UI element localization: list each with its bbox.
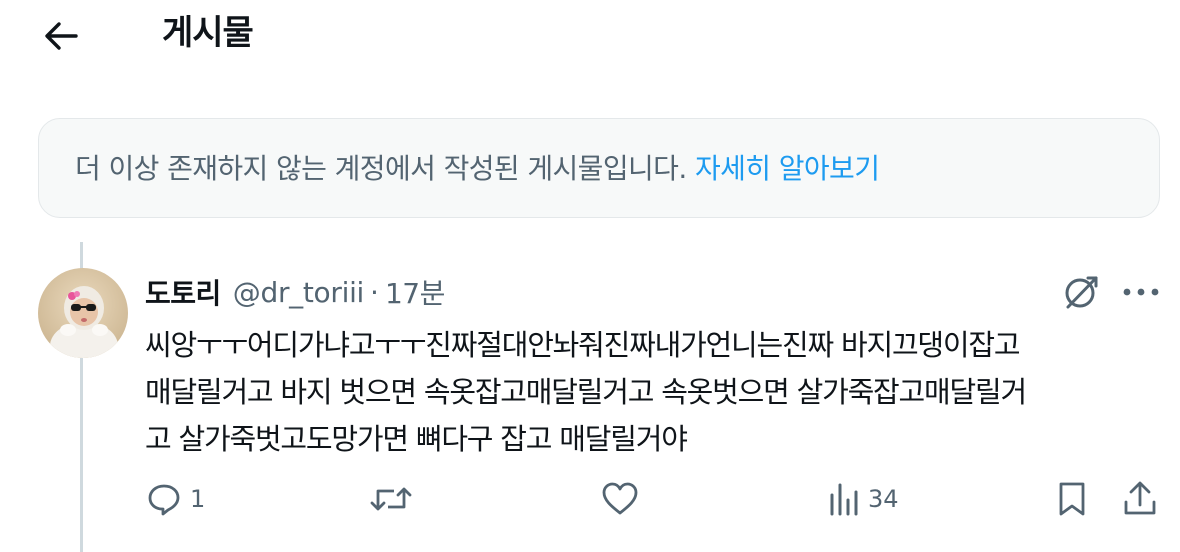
timestamp[interactable]: 17분 — [385, 272, 445, 312]
display-name[interactable]: 도토리 — [145, 272, 221, 312]
reply-button[interactable]: 1 — [146, 474, 205, 524]
learn-more-link[interactable]: 자세히 알아보기 — [695, 152, 880, 185]
like-button[interactable] — [601, 474, 647, 524]
share-icon — [1124, 481, 1156, 515]
more-options-button[interactable] — [1118, 270, 1164, 314]
tweet-text-line: 매달릴거고 바지 벗으면 속옷잡고매달릴거고 속옷벗으면 살가죽잡고매달릴거 — [145, 375, 1027, 409]
grok-icon — [1065, 276, 1098, 309]
retweet-button[interactable] — [370, 474, 420, 524]
bookmark-button[interactable] — [1056, 474, 1088, 524]
separator-dot: · — [370, 275, 379, 309]
user-handle[interactable]: @dr_toriii — [233, 276, 365, 309]
avatar[interactable] — [38, 268, 128, 358]
grok-button[interactable] — [1058, 270, 1104, 314]
tweet-header: 도토리 @dr_toriii · 17분 — [145, 272, 445, 312]
more-horizontal-icon — [1123, 288, 1159, 296]
notice-message: 더 이상 존재하지 않는 계정에서 작성된 게시물입니다. — [75, 152, 695, 185]
arrow-left-icon — [45, 22, 78, 50]
tweet-text: 씨앙ㅜㅜ어디가냐고ㅜㅜ진짜절대안놔줘진짜내가언니는진짜 바지끄댕이잡고 매달릴거… — [145, 322, 1165, 463]
avatar-image — [38, 268, 128, 358]
page-title: 게시물 — [162, 13, 254, 53]
views-chart-icon — [830, 483, 858, 516]
reply-count: 1 — [190, 485, 206, 513]
notice-text: 더 이상 존재하지 않는 계정에서 작성된 게시물입니다. 자세히 알아보기 — [75, 149, 880, 189]
reply-icon — [148, 484, 180, 516]
top-bar: 게시물 — [0, 0, 1180, 75]
bookmark-icon — [1059, 482, 1085, 516]
share-button[interactable] — [1122, 474, 1158, 524]
deleted-account-notice: 더 이상 존재하지 않는 계정에서 작성된 게시물입니다. 자세히 알아보기 — [38, 118, 1160, 218]
heart-icon — [602, 482, 638, 515]
views-button[interactable]: 34 — [828, 474, 899, 524]
tweet-text-line: 씨앙ㅜㅜ어디가냐고ㅜㅜ진짜절대안놔줘진짜내가언니는진짜 바지끄댕이잡고 — [145, 328, 1021, 362]
views-count: 34 — [868, 485, 899, 513]
back-button[interactable] — [40, 18, 82, 54]
tweet-actions: 1 34 — [0, 474, 1180, 524]
retweet-icon — [370, 487, 412, 511]
tweet-text-line: 고 살가죽벗고도망가면 뼈다구 잡고 매달릴거야 — [145, 422, 688, 456]
